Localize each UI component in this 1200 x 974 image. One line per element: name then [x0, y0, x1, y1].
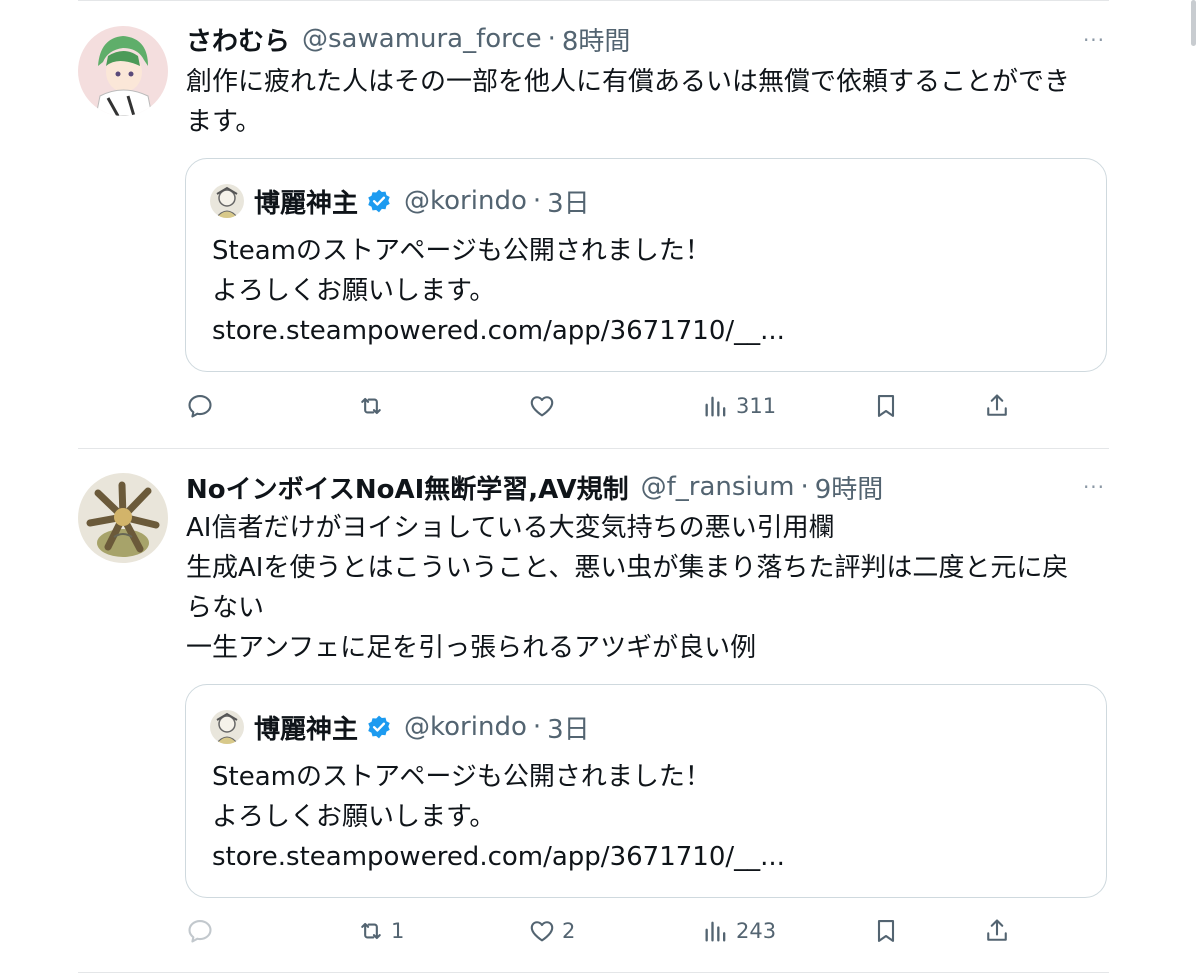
separator-dot: · — [532, 186, 542, 216]
retweet-icon — [361, 922, 381, 940]
tweet-text-line: 生成AIを使うとはこういうこと、悪い虫が集まり落ちた評判は二度と元に戻 — [186, 553, 1069, 583]
tweet-time[interactable]: 8時間 — [562, 21, 631, 58]
bookmark-button[interactable] — [872, 913, 900, 949]
share-icon — [987, 919, 1007, 941]
scrollbar[interactable] — [1191, 0, 1196, 46]
like-icon — [530, 396, 554, 417]
tweet-text: 創作に疲れた人はその一部を他人に有償あるいは無償で依頼することができ ます。 — [186, 62, 1116, 142]
author-handle[interactable]: @sawamura_force — [302, 24, 542, 54]
tweet-divider — [78, 448, 1109, 449]
views-button[interactable]: 311 — [702, 388, 776, 424]
avatar-f-ransium[interactable] — [78, 473, 168, 563]
quote-time: 3日 — [547, 188, 590, 219]
views-button[interactable]: 243 — [702, 913, 776, 949]
separator-dot: · — [800, 472, 809, 502]
retweet-button[interactable] — [357, 388, 391, 424]
author-name[interactable]: さわむら — [186, 21, 290, 58]
like-count: 2 — [562, 919, 576, 943]
quote-text-line: Steamのストアページも公開されました！ — [212, 236, 711, 266]
views-icon — [705, 396, 726, 417]
tweet-header: さわむら @sawamura_force · 8時間 — [186, 21, 631, 58]
retweet-icon — [361, 397, 381, 415]
like-button[interactable] — [528, 388, 562, 424]
avatar-image — [78, 473, 168, 563]
quoted-tweet[interactable]: 博麗神主 @korindo · 3日 Steamのストアページも公開されました！… — [185, 158, 1107, 372]
reply-button[interactable] — [186, 913, 220, 949]
reply-icon — [188, 395, 212, 418]
quoted-tweet[interactable]: 博麗神主 @korindo · 3日 Steamのストアページも公開されました！… — [185, 684, 1107, 898]
views-count: 311 — [736, 394, 777, 418]
reply-button[interactable] — [186, 388, 220, 424]
quote-header: 博麗神主 @korindo · 3日 — [210, 709, 590, 745]
quote-avatar-image — [210, 184, 244, 218]
quote-link[interactable]: store.steampowered.com/app/3671710/__... — [212, 837, 785, 877]
bottom-divider — [78, 972, 1109, 973]
quote-author-name: 博麗神主 — [254, 188, 359, 219]
bookmark-icon — [877, 920, 895, 942]
share-button[interactable] — [983, 913, 1011, 949]
retweet-count: 1 — [391, 919, 405, 943]
tweet-actions: 311 — [0, 388, 1200, 424]
avatar-image — [78, 26, 168, 116]
tweet-text-line: らない — [186, 593, 265, 623]
reply-icon — [188, 920, 212, 943]
quote-author-handle: @korindo — [404, 712, 527, 742]
top-divider — [78, 0, 1109, 1]
more-icon[interactable]: ··· — [1080, 477, 1108, 497]
quote-text: Steamのストアページも公開されました！ よろしくお願いします。 store.… — [212, 757, 785, 877]
quote-avatar-image — [210, 710, 244, 744]
share-icon — [987, 394, 1007, 416]
quote-text: Steamのストアページも公開されました！ よろしくお願いします。 store.… — [212, 231, 785, 351]
quote-header: 博麗神主 @korindo · 3日 — [210, 183, 590, 219]
quote-text-line: よろしくお願いします。 — [212, 802, 496, 832]
quote-author-name: 博麗神主 — [254, 714, 359, 745]
quote-author-handle: @korindo — [404, 186, 527, 216]
bookmark-button[interactable] — [872, 388, 900, 424]
verified-badge-icon — [368, 715, 390, 739]
views-icon — [705, 921, 726, 942]
author-handle[interactable]: @f_ransium — [641, 472, 795, 502]
like-icon — [530, 921, 554, 942]
tweet-text-line: AI信者だけがヨイショしている大変気持ちの悪い引用欄 — [186, 513, 835, 543]
tweet-text-line: ます。 — [186, 107, 262, 137]
quote-text-line: よろしくお願いします。 — [212, 276, 496, 306]
avatar-sawamura[interactable] — [78, 26, 168, 116]
more-icon[interactable]: ··· — [1080, 30, 1108, 50]
tweet-text-line: 創作に疲れた人はその一部を他人に有償あるいは無償で依頼することができ — [186, 67, 1071, 97]
tweet-text-line: 一生アンフェに足を引っ張られるアツギが良い例 — [186, 633, 757, 663]
tweet-actions: 1 2 243 — [0, 913, 1200, 949]
like-button[interactable]: 2 — [528, 913, 575, 949]
quote-time: 3日 — [547, 714, 590, 745]
retweet-button[interactable]: 1 — [357, 913, 404, 949]
quote-avatar — [210, 710, 244, 744]
quote-avatar — [210, 184, 244, 218]
tweet-header: NoインボイスNoAI無断学習,AV規制 @f_ransium · 9時間 — [186, 469, 884, 506]
views-count: 243 — [736, 919, 777, 943]
share-button[interactable] — [983, 388, 1011, 424]
bookmark-icon — [877, 395, 895, 417]
separator-dot: · — [532, 712, 542, 742]
tweet-time[interactable]: 9時間 — [815, 469, 884, 506]
tweet-text: AI信者だけがヨイショしている大変気持ちの悪い引用欄 生成AIを使うとはこういう… — [186, 508, 1116, 668]
separator-dot: · — [547, 24, 556, 54]
verified-badge-icon — [368, 189, 390, 213]
quote-link[interactable]: store.steampowered.com/app/3671710/__... — [212, 311, 785, 351]
author-name[interactable]: NoインボイスNoAI無断学習,AV規制 — [186, 469, 629, 506]
quote-text-line: Steamのストアページも公開されました！ — [212, 762, 711, 792]
